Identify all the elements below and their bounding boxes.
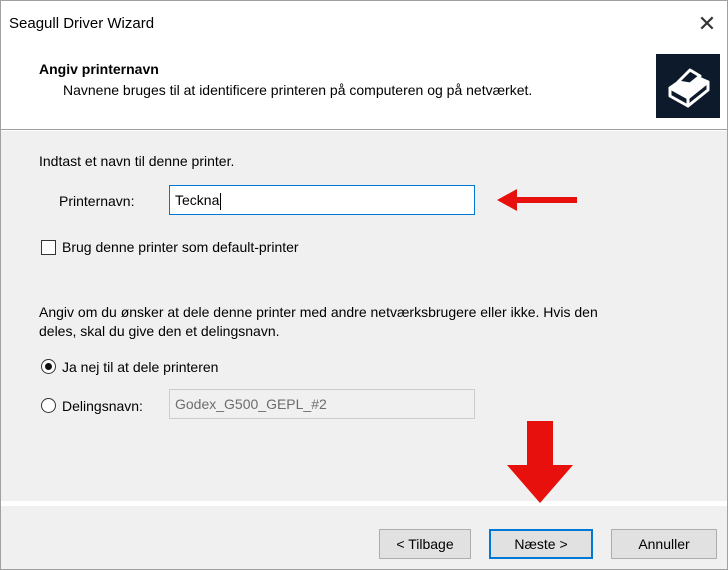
printer-name-label: Printernavn: [59,193,135,209]
wizard-header: Angiv printernavn Navnene bruges til at … [1,41,727,129]
radio-selected-dot [45,363,52,370]
printer-name-input[interactable]: Teckna [169,185,475,215]
title-bar: Seagull Driver Wizard ✕ [1,1,727,41]
next-button[interactable]: Næste > [489,529,593,559]
red-arrow-down-icon [507,421,573,503]
default-printer-label[interactable]: Brug denne printer som default-printer [62,239,299,255]
share-name-input[interactable]: Godex_G500_GEPL_#2 [169,389,475,419]
close-icon[interactable]: ✕ [693,10,721,38]
share-name-label[interactable]: Delingsnavn: [62,398,143,414]
red-arrow-left-icon [497,189,577,211]
default-printer-checkbox[interactable] [41,240,56,255]
share-description-line1: Angiv om du ønsker at dele denne printer… [39,304,598,320]
back-button[interactable]: < Tilbage [379,529,471,559]
window-title: Seagull Driver Wizard [9,15,155,32]
wizard-window: Seagull Driver Wizard ✕ Angiv printernav… [0,0,728,570]
printer-icon [656,54,720,118]
page-subtitle: Navnene bruges til at identificere print… [63,82,533,98]
share-description-line2: deles, skal du give den et delingsnavn. [39,323,280,339]
intro-text: Indtast et navn til denne printer. [39,153,235,169]
page-title: Angiv printernavn [39,61,159,77]
no-share-label[interactable]: Ja nej til at dele printeren [62,359,218,375]
share-name-radio[interactable] [41,398,56,413]
text-caret [220,192,222,210]
printer-name-value: Teckna [175,192,220,208]
cancel-button[interactable]: Annuller [611,529,717,559]
no-share-radio[interactable] [41,359,56,374]
